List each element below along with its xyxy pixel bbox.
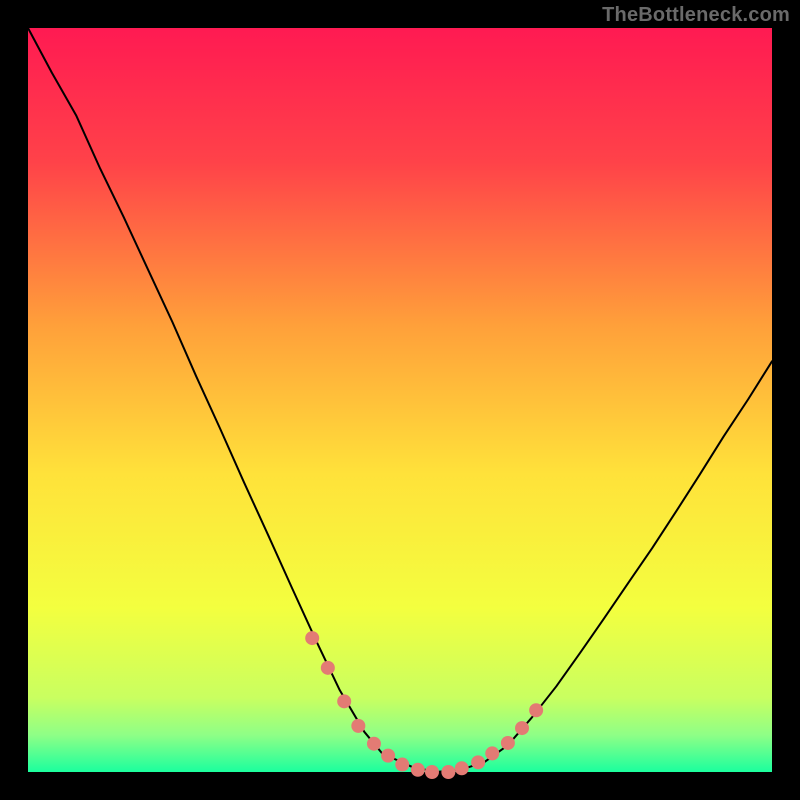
marker-dot xyxy=(337,694,351,708)
marker-dot xyxy=(501,736,515,750)
marker-dot xyxy=(529,703,543,717)
marker-dot xyxy=(411,763,425,777)
marker-dot xyxy=(471,755,485,769)
marker-dot xyxy=(425,765,439,779)
marker-dot xyxy=(367,737,381,751)
marker-dot xyxy=(485,746,499,760)
marker-dot xyxy=(455,761,469,775)
marker-dot xyxy=(321,661,335,675)
marker-dot xyxy=(515,721,529,735)
watermark-text: TheBottleneck.com xyxy=(602,4,790,27)
marker-dot xyxy=(305,631,319,645)
bottleneck-chart xyxy=(0,0,800,800)
marker-dot xyxy=(441,765,455,779)
marker-dot xyxy=(351,719,365,733)
marker-dot xyxy=(395,758,409,772)
marker-dot xyxy=(381,749,395,763)
chart-background xyxy=(28,28,772,772)
